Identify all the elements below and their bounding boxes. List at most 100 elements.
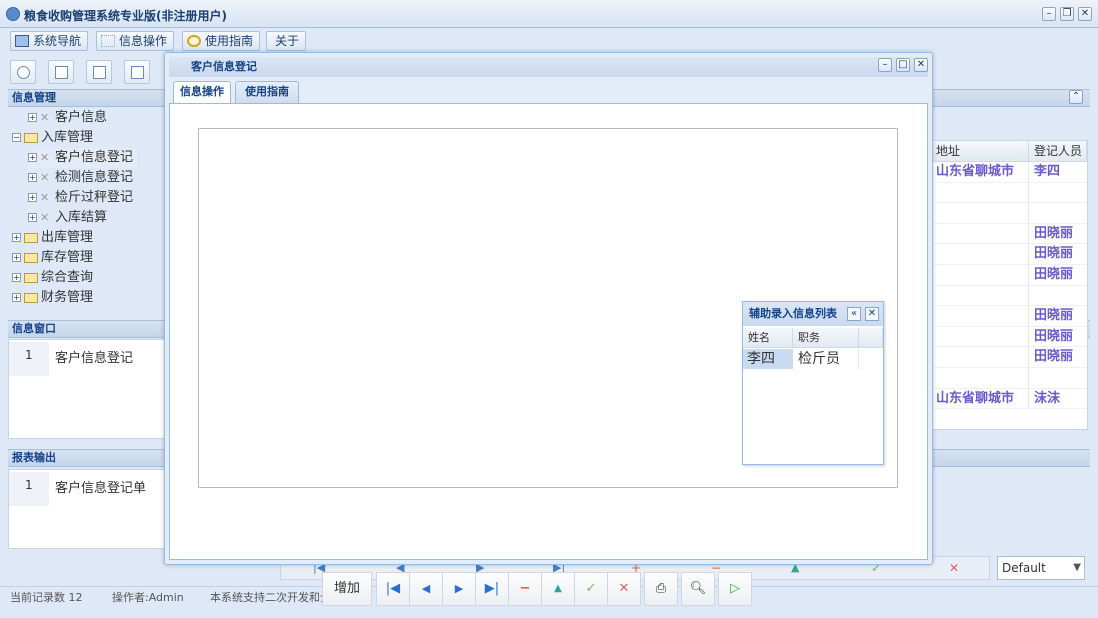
table-row[interactable]: 山东省聊城市 沫沫 [931,388,1087,410]
print-icon[interactable]: ⎙ [644,572,678,606]
table-row[interactable] [931,203,1087,224]
search-icon[interactable] [10,60,36,84]
column-header-address[interactable]: 地址 [931,141,1029,162]
tree-item-finance[interactable]: + 财务管理 [12,288,93,308]
maximize-icon[interactable]: □ [896,58,910,72]
tree-item-inspection[interactable]: + ✕ 检测信息登记 [28,168,133,188]
list-icon[interactable] [48,60,74,84]
table-row[interactable]: 田晓丽 [931,306,1087,327]
first-icon[interactable]: |◀ [376,572,410,606]
title-bar: 粮食收购管理系统专业版(非注册用户) – ❐ ✕ [0,0,1098,28]
table-row[interactable] [931,367,1087,389]
operator: 操作者:Admin [112,591,184,604]
dialog-title: 客户信息登记 [169,57,928,77]
report-list: 1 客户信息登记单 [8,469,168,549]
users-icon[interactable] [124,60,150,84]
close-icon[interactable]: ✕ [865,307,879,321]
menu-system-nav[interactable]: 系统导航 [10,31,88,51]
document-icon[interactable] [86,60,112,84]
menu-bar: 系统导航 信息操作 使用指南 关于 [0,28,1098,54]
expand-icon[interactable]: + [12,293,21,302]
column-header-position[interactable]: 职务 [793,328,859,348]
check-icon[interactable]: ✓ [574,572,608,606]
tree-item-settlement[interactable]: + ✕ 入库结算 [28,208,107,228]
collapse-icon[interactable]: « [847,307,861,321]
expand-icon[interactable]: + [28,173,37,182]
cancel-icon[interactable]: ✕ [607,572,641,606]
expand-icon[interactable]: + [28,113,37,122]
run-icon[interactable]: ▷ [718,572,752,606]
table-row[interactable] [931,285,1087,307]
table-row[interactable]: 山东省聊城市 李四 [931,162,1087,183]
table-row[interactable] [931,182,1087,204]
app-icon [6,7,20,21]
popup-cell-position[interactable]: 检斤员 [793,349,859,369]
collapse-icon[interactable]: − [12,133,21,142]
table-row[interactable]: 田晓丽 [931,326,1087,348]
menu-label: 关于 [275,34,300,48]
tree-item-customer-info[interactable]: + ✕ 客户信息 [28,108,107,128]
menu-guide[interactable]: 使用指南 [182,31,260,51]
cell-registrar: 沫沫 [1029,389,1087,410]
table-row[interactable]: 田晓丽 [931,347,1087,368]
menu-about[interactable]: 关于 [266,31,306,51]
list-item[interactable]: 客户信息登记单 [55,477,146,496]
cell-address [931,203,1029,224]
expand-icon[interactable]: + [12,233,21,242]
expand-icon[interactable]: + [28,153,37,162]
menu-info-ops[interactable]: 信息操作 [96,31,174,51]
cell-registrar: 田晓丽 [1029,306,1087,327]
tree-label: 入库结算 [55,210,108,225]
nav-tree: + ✕ 客户信息 − 入库管理 + ✕ 客户信息登记 + ✕ 检测信息登记 + ✕ 检斤过秤登记 … [8,108,163,318]
cell-address [931,182,1029,204]
prev-icon[interactable]: ◀ [409,572,443,606]
cell-address [931,285,1029,307]
close-icon[interactable]: ✕ [1078,7,1092,21]
last-icon[interactable]: ▶| [475,572,509,606]
menu-label: 系统导航 [33,34,82,48]
tree-item-query[interactable]: + 综合查询 [12,268,93,288]
cell-address [931,306,1029,327]
dialog-body: 辅助录入信息列表 « ✕ 姓名 职务 李四 检斤员 增加 |◀ ◀ ▶ ▶| −… [169,103,928,606]
tree-item-inventory[interactable]: + 库存管理 [12,248,93,268]
table-row[interactable]: 田晓丽 [931,223,1087,245]
table-row[interactable]: 田晓丽 [931,264,1087,286]
restore-icon[interactable]: ❐ [1060,7,1074,21]
expand-icon[interactable]: + [12,273,21,282]
tree-item-weighing[interactable]: + ✕ 检斤过秤登记 [28,188,133,208]
edit-icon[interactable]: ▲ [541,572,575,606]
add-button[interactable]: 增加 [322,572,372,606]
list-item[interactable]: 客户信息登记 [55,347,133,366]
row-number: 1 [25,348,33,362]
column-header-registrar[interactable]: 登记人员 [1029,141,1087,162]
tree-label: 客户信息 [55,110,108,125]
column-header-name[interactable]: 姓名 [743,328,793,348]
close-icon[interactable]: ✕ [914,58,928,72]
cell-address: 山东省聊城市 [931,162,1029,183]
style-select[interactable]: Default ▼ [997,556,1085,580]
menu-label: 使用指南 [205,34,254,48]
expand-icon[interactable]: + [28,213,37,222]
minimize-icon[interactable]: – [1042,7,1056,21]
expand-icon[interactable]: + [28,193,37,202]
expand-icon[interactable]: + [12,253,21,262]
print-preview-icon[interactable]: 🔍︎ [681,572,715,606]
tree-label: 财务管理 [41,290,94,305]
delete-icon[interactable]: − [508,572,542,606]
table-row[interactable]: 田晓丽 [931,244,1087,265]
tree-item-customer-register[interactable]: + ✕ 客户信息登记 [28,148,138,168]
popup-cell-name[interactable]: 李四 [743,349,793,369]
cancel-icon[interactable]: ✕ [949,561,959,575]
next-icon[interactable]: ▶ [442,572,476,606]
minimize-icon[interactable]: – [878,58,892,72]
auxiliary-input-popup: 辅助录入信息列表 « ✕ 姓名 职务 李四 检斤员 [742,301,884,465]
tab-guide[interactable]: 使用指南 [235,81,299,103]
tree-item-inbound[interactable]: − 入库管理 [12,128,93,148]
tree-item-outbound[interactable]: + 出库管理 [12,228,93,248]
chevron-down-icon[interactable]: ▼ [1073,557,1081,579]
collapse-up-icon[interactable]: ⌃ [1069,90,1083,104]
cell-address [931,264,1029,286]
tab-info-ops[interactable]: 信息操作 [173,81,231,103]
tool-icon: ✕ [40,170,50,184]
popup-title: 辅助录入信息列表 [743,302,883,326]
